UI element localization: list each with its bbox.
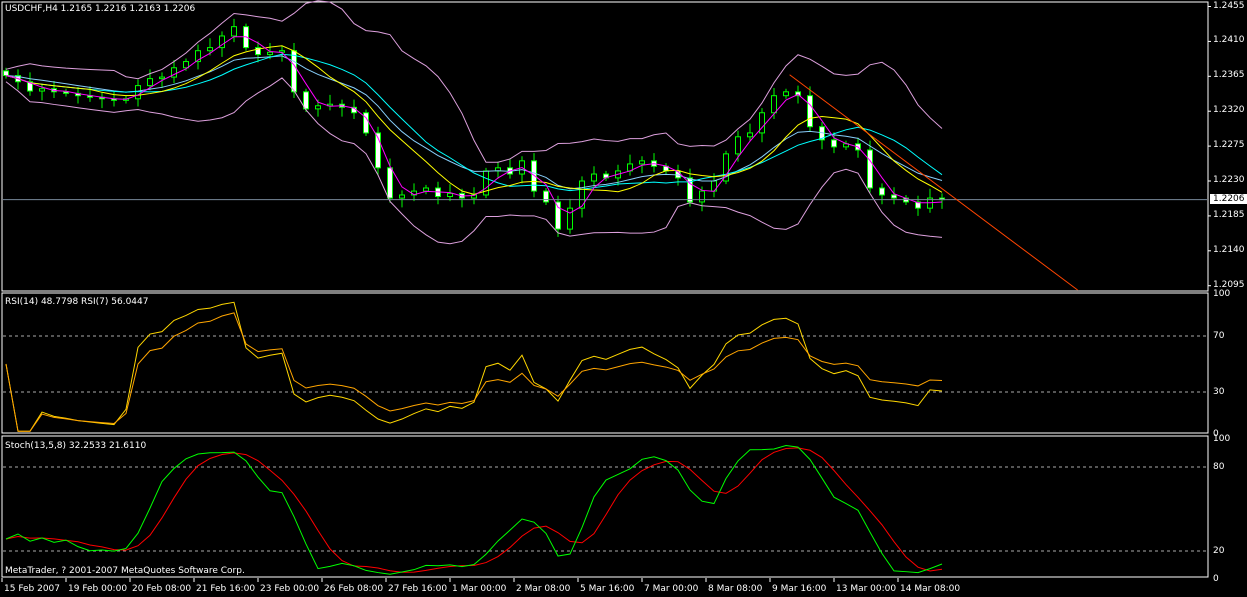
candle-body bbox=[147, 78, 153, 87]
rsi-title: RSI(14) 48.7798 RSI(7) 56.0447 bbox=[5, 297, 149, 307]
stoch-signal-line bbox=[5, 447, 943, 573]
indicator-tick-label: 0 bbox=[1213, 574, 1219, 584]
candle-body bbox=[699, 190, 705, 203]
candle-body bbox=[291, 50, 297, 93]
time-label: 9 Mar 16:00 bbox=[772, 584, 827, 594]
candle-body bbox=[747, 132, 753, 138]
stoch-title: Stoch(13,5,8) 32.2533 21.6110 bbox=[5, 441, 147, 451]
candle-body bbox=[867, 149, 873, 189]
indicator-tick-label: 70 bbox=[1213, 331, 1225, 341]
candle-body bbox=[783, 91, 789, 97]
rsi-panel-frame bbox=[1, 292, 1209, 434]
stoch-panel-frame bbox=[1, 435, 1209, 578]
price-tick-label: 1.2275 bbox=[1213, 140, 1245, 151]
candle-body bbox=[531, 160, 537, 192]
time-label: 13 Mar 00:00 bbox=[836, 584, 897, 594]
time-label: 23 Feb 00:00 bbox=[260, 584, 320, 594]
rsi7-line bbox=[5, 301, 943, 432]
chart-canvas[interactable] bbox=[0, 0, 1247, 597]
stoch-main-line bbox=[5, 444, 943, 575]
indicator-tick-label: 30 bbox=[1213, 387, 1225, 397]
ma-fast bbox=[5, 36, 943, 214]
candle-body bbox=[447, 192, 453, 198]
candle-body bbox=[735, 136, 741, 155]
ma-mid bbox=[5, 45, 943, 195]
ma-slow-2 bbox=[5, 55, 943, 190]
main-panel-frame bbox=[1, 1, 1209, 292]
time-label: 19 Feb 00:00 bbox=[68, 584, 128, 594]
time-label: 5 Mar 16:00 bbox=[580, 584, 635, 594]
time-label: 8 Mar 08:00 bbox=[708, 584, 763, 594]
candle-body bbox=[831, 139, 837, 148]
copyright-text: MetaTrader, ? 2001-2007 MetaQuotes Softw… bbox=[5, 566, 245, 576]
time-label: 20 Feb 08:00 bbox=[132, 584, 192, 594]
current-price-label: 1.2206 bbox=[1210, 194, 1247, 204]
candle-body bbox=[555, 201, 561, 230]
candle-body bbox=[423, 187, 429, 192]
rsi14-line bbox=[5, 312, 943, 432]
candle-body bbox=[3, 70, 9, 77]
indicator-tick-label: 100 bbox=[1213, 434, 1231, 444]
candle-body bbox=[807, 95, 813, 128]
candle-body bbox=[771, 95, 777, 114]
candle-body bbox=[183, 61, 189, 69]
candle-body bbox=[879, 187, 885, 196]
time-label: 27 Feb 16:00 bbox=[388, 584, 448, 594]
candle-body bbox=[159, 76, 165, 80]
indicator-tick-label: 20 bbox=[1213, 546, 1225, 556]
candle-body bbox=[591, 173, 597, 182]
candle-body bbox=[387, 167, 393, 199]
candle-body bbox=[315, 105, 321, 110]
trendline bbox=[789, 74, 1078, 291]
candle-body bbox=[543, 190, 549, 203]
main-chart-title: USDCHF,H4 1.2165 1.2216 1.2163 1.2206 bbox=[5, 4, 196, 14]
candle-body bbox=[231, 26, 237, 37]
candle-body bbox=[207, 47, 213, 52]
bollinger-lower bbox=[5, 77, 943, 245]
candle-body bbox=[39, 88, 45, 92]
candle-body bbox=[639, 160, 645, 165]
candle-body bbox=[399, 194, 405, 199]
time-label: 15 Feb 2007 bbox=[4, 584, 61, 594]
price-tick-label: 1.2320 bbox=[1213, 105, 1245, 116]
time-label: 21 Feb 16:00 bbox=[196, 584, 256, 594]
time-label: 14 Mar 08:00 bbox=[900, 584, 961, 594]
candle-body bbox=[891, 194, 897, 199]
bollinger-upper bbox=[5, 0, 943, 163]
indicator-tick-label: 100 bbox=[1213, 289, 1231, 299]
indicator-tick-label: 80 bbox=[1213, 462, 1225, 472]
price-tick-label: 1.2410 bbox=[1213, 35, 1245, 46]
time-label: 2 Mar 08:00 bbox=[516, 584, 571, 594]
price-tick-label: 1.2365 bbox=[1213, 70, 1245, 81]
price-tick-label: 1.2140 bbox=[1213, 244, 1245, 255]
price-tick-label: 1.2230 bbox=[1213, 175, 1245, 185]
time-label: 1 Mar 00:00 bbox=[452, 584, 507, 594]
price-tick-label: 1.2185 bbox=[1213, 209, 1245, 220]
time-label: 26 Feb 08:00 bbox=[324, 584, 384, 594]
time-label: 7 Mar 00:00 bbox=[644, 584, 699, 594]
price-tick-label: 1.2455 bbox=[1213, 0, 1245, 11]
candle-body bbox=[267, 51, 273, 56]
candle-body bbox=[567, 207, 573, 230]
candle-body bbox=[135, 85, 141, 100]
